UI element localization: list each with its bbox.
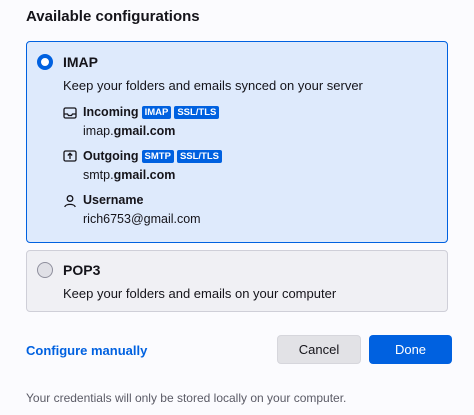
incoming-server-label: Incoming IMAP SSL/TLS: [83, 105, 220, 119]
cancel-button[interactable]: Cancel: [277, 335, 361, 364]
imap-option-title: IMAP: [63, 54, 98, 70]
imap-option-description: Keep your folders and emails synced on y…: [63, 78, 363, 93]
username-value: rich6753@gmail.com: [83, 212, 201, 226]
credentials-footnote: Your credentials will only be stored loc…: [26, 391, 347, 405]
pop3-radio-button[interactable]: [37, 262, 53, 278]
username-label: Username: [83, 193, 144, 207]
outgoing-security-badge: SSL/TLS: [176, 150, 222, 163]
imap-option-card[interactable]: IMAP Keep your folders and emails synced…: [26, 41, 448, 243]
outgoing-server-host: smtp.gmail.com: [83, 168, 176, 182]
pop3-option-card[interactable]: POP3 Keep your folders and emails on you…: [26, 250, 448, 312]
incoming-server-host: imap.gmail.com: [83, 124, 176, 138]
outgoing-server-label: Outgoing SMTP SSL/TLS: [83, 149, 222, 163]
section-heading: Available configurations: [26, 8, 200, 25]
outbox-icon: [63, 150, 77, 162]
configure-manually-link[interactable]: Configure manually: [26, 343, 147, 358]
outgoing-protocol-badge: SMTP: [141, 150, 174, 163]
pop3-option-title: POP3: [63, 262, 101, 278]
done-button[interactable]: Done: [369, 335, 452, 364]
inbox-icon: [63, 107, 77, 119]
incoming-protocol-badge: IMAP: [141, 106, 172, 119]
user-icon: [64, 195, 76, 208]
imap-radio-button[interactable]: [37, 54, 53, 70]
pop3-option-description: Keep your folders and emails on your com…: [63, 286, 337, 301]
incoming-security-badge: SSL/TLS: [174, 106, 220, 119]
